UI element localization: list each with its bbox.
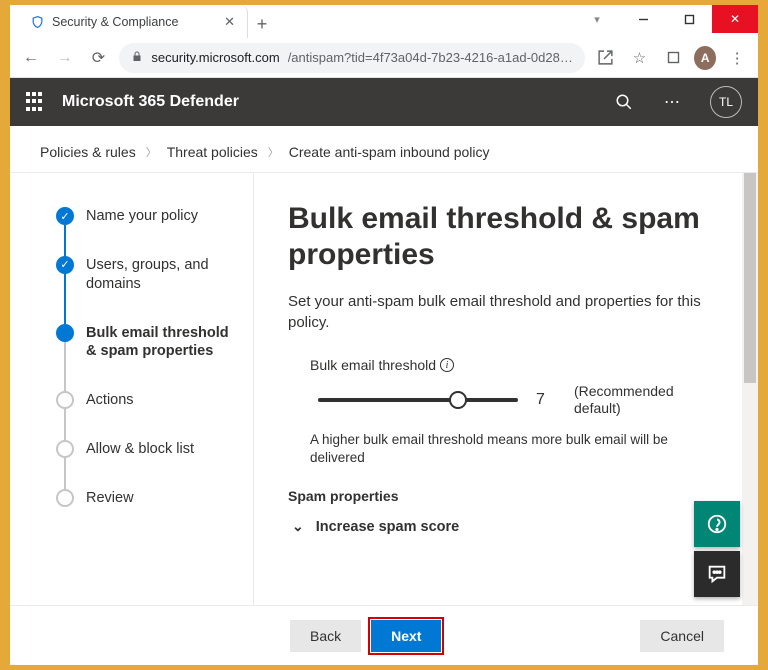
nav-forward-button: → [52,44,78,72]
address-bar: ← → ⟳ security.microsoft.com/antispam?ti… [10,38,758,78]
breadcrumb-current: Create anti-spam inbound policy [289,144,490,160]
current-step-icon [56,324,74,342]
info-icon[interactable]: i [440,358,454,372]
tab-title: Security & Compliance [52,15,216,29]
extensions-icon[interactable] [660,44,686,72]
titlebar: Security & Compliance ✕ + ▾ ✕ [10,5,758,38]
chevron-right-icon: 〉 [146,144,157,160]
chevron-down-icon: ⌄ [292,518,304,535]
spam-properties-heading: Spam properties [288,488,724,504]
threshold-slider[interactable] [318,390,518,410]
expander-label: Increase spam score [316,519,459,535]
tabstrip: Security & Compliance ✕ + [10,5,276,38]
expander-increase-spam-score[interactable]: ⌄ Increase spam score [288,518,724,535]
next-button[interactable]: Next [371,620,441,652]
todo-step-icon [56,489,74,507]
back-button[interactable]: Back [290,620,361,652]
maximize-button[interactable] [666,5,712,33]
breadcrumb-link[interactable]: Threat policies [167,144,258,160]
breadcrumb: Policies & rules 〉 Threat policies 〉 Cre… [10,126,758,172]
step-users-groups[interactable]: ✓ Users, groups, and domains [56,256,241,324]
chevron-down-icon[interactable]: ▾ [574,5,620,33]
minimize-button[interactable] [620,5,666,33]
step-name-policy[interactable]: ✓ Name your policy [56,207,241,256]
step-actions[interactable]: Actions [56,391,241,440]
wizard-content: Bulk email threshold & spam properties S… [254,173,758,665]
profile-avatar[interactable]: A [694,46,716,70]
threshold-help: A higher bulk email threshold means more… [310,431,724,469]
scrollbar[interactable] [742,173,758,605]
threshold-slider-row: 7 (Recommended default) [310,383,724,417]
wizard-steps: ✓ Name your policy ✓ Users, groups, and … [10,173,254,665]
more-icon[interactable]: ⋯ [656,86,688,118]
threshold-block: Bulk email threshold i 7 (Recommended de… [288,357,724,468]
wizard-footer: Back Next Cancel [10,605,758,665]
page-subheading: Set your anti-spam bulk email threshold … [288,291,708,333]
todo-step-icon [56,440,74,458]
browser-window: Security & Compliance ✕ + ▾ ✕ ← → ⟳ secu… [10,5,758,665]
close-icon[interactable]: ✕ [224,14,235,30]
step-bulk-threshold[interactable]: Bulk email threshold & spam properties [56,324,241,392]
lock-icon [131,50,143,66]
search-icon[interactable] [608,86,640,118]
check-icon: ✓ [56,207,74,225]
window-close-button[interactable]: ✕ [712,5,758,33]
todo-step-icon [56,391,74,409]
threshold-value: 7 [536,391,556,409]
check-icon: ✓ [56,256,74,274]
share-icon[interactable] [593,44,619,72]
cancel-button[interactable]: Cancel [640,620,724,652]
help-float-button[interactable] [694,501,740,547]
step-allow-block[interactable]: Allow & block list [56,440,241,489]
url-box[interactable]: security.microsoft.com/antispam?tid=4f73… [119,43,584,73]
user-avatar[interactable]: TL [710,86,742,118]
star-icon[interactable]: ☆ [627,44,653,72]
window-controls: ▾ ✕ [574,5,758,33]
slider-thumb[interactable] [449,391,467,409]
new-tab-button[interactable]: + [248,10,276,38]
scrollbar-thumb[interactable] [744,173,756,383]
nav-back-button[interactable]: ← [18,44,44,72]
url-host: security.microsoft.com [151,50,279,65]
threshold-hint: (Recommended default) [574,383,694,417]
menu-icon[interactable]: ⋮ [724,44,750,72]
url-path: /antispam?tid=4f73a04d-7b23-4216-a1ad-0d… [288,50,573,65]
breadcrumb-link[interactable]: Policies & rules [40,144,136,160]
wizard-body: ✓ Name your policy ✓ Users, groups, and … [10,172,758,665]
feedback-float-button[interactable] [694,551,740,597]
app-title: Microsoft 365 Defender [62,93,239,111]
shield-icon [30,15,44,29]
browser-tab[interactable]: Security & Compliance ✕ [18,5,248,38]
threshold-label: Bulk email threshold i [310,357,454,373]
waffle-icon[interactable] [26,92,46,112]
nav-reload-button[interactable]: ⟳ [86,44,112,72]
step-review[interactable]: Review [56,489,241,538]
page-heading: Bulk email threshold & spam properties [288,201,724,273]
app-header: Microsoft 365 Defender ⋯ TL [10,78,758,126]
chevron-right-icon: 〉 [268,144,279,160]
